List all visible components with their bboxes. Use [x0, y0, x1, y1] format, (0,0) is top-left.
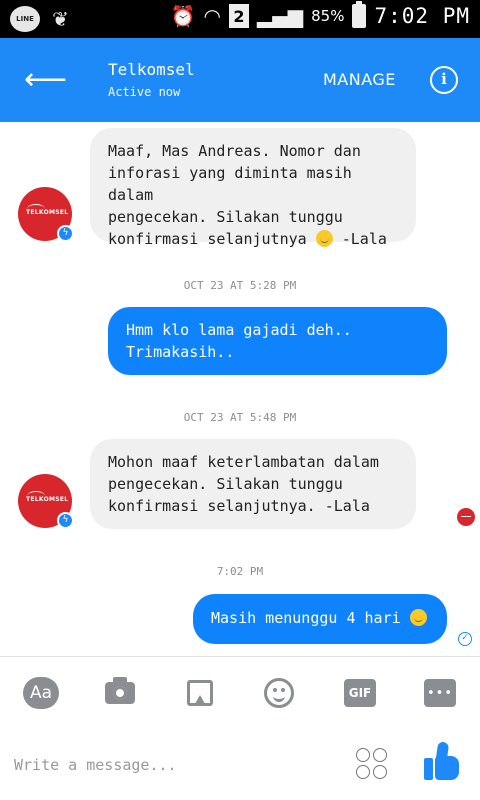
signal-icon: ▂▄▆ — [256, 4, 304, 28]
message-bubble-incoming[interactable]: Mohon maaf keterlambatan dalam pengeceka… — [90, 439, 416, 529]
delivered-check-icon: ✓ — [458, 632, 472, 646]
maple-leaf-icon: ❦ — [52, 7, 69, 31]
clock: 7:02 PM — [374, 4, 470, 28]
line-app-icon: LINE — [10, 6, 40, 32]
more-options-button[interactable]: ••• — [424, 679, 456, 707]
emoji-icon[interactable] — [263, 677, 295, 709]
contact-avatar[interactable]: TELKOMSEL ϟ — [18, 187, 74, 242]
status-bar: LINE ❦ ⏰ ◠ 2 ▂▄▆ 85% 7:02 PM — [0, 0, 480, 38]
contact-avatar[interactable]: TELKOMSEL ϟ — [18, 474, 74, 529]
message-text: Hmm klo lama gajadi deh.. Trimakasih.. — [126, 321, 352, 361]
sticker-icon[interactable] — [356, 748, 388, 780]
composer-toolbar: Aa GIF ••• — [0, 656, 480, 728]
active-status: Active now — [108, 85, 181, 99]
wifi-icon: ◠ — [203, 4, 221, 28]
alarm-icon: ⏰ — [170, 4, 196, 28]
message-bubble-outgoing[interactable]: Hmm klo lama gajadi deh.. Trimakasih.. — [108, 307, 447, 375]
message-bubble-incoming[interactable]: Maaf, Mas Andreas. Nomor dan inforasi ya… — [90, 128, 416, 248]
info-icon[interactable]: i — [430, 66, 458, 94]
timestamp: OCT 23 AT 5:48 PM — [183, 411, 297, 424]
message-text: Mohon maaf keterlambatan dalam pengeceka… — [108, 453, 379, 515]
timestamp: 7:02 PM — [216, 565, 264, 578]
sim-slot-indicator: 2 — [228, 4, 249, 28]
messenger-badge-icon: ϟ — [57, 225, 74, 242]
text-format-button[interactable]: Aa — [23, 677, 59, 709]
message-bubble-outgoing[interactable]: Masih menunggu 4 hari — [193, 594, 447, 644]
timestamp: OCT 23 AT 5:28 PM — [183, 279, 297, 292]
battery-icon — [352, 1, 367, 28]
message-composer — [0, 728, 480, 800]
smiley-emoji-icon — [315, 230, 333, 247]
back-arrow-icon[interactable]: ⟵ — [24, 60, 67, 100]
message-input[interactable] — [14, 748, 334, 782]
telkomsel-logo: TELKOMSEL — [26, 496, 69, 503]
thumbs-up-icon[interactable] — [424, 741, 462, 782]
gallery-icon[interactable] — [186, 677, 214, 709]
camera-icon[interactable] — [103, 677, 137, 709]
seen-by-avatar — [457, 508, 475, 526]
conversation-header: ⟵ Telkomsel Active now MANAGE i — [0, 38, 480, 122]
telkomsel-logo: TELKOMSEL — [26, 209, 69, 216]
battery-percent: 85% — [311, 7, 345, 25]
contact-name[interactable]: Telkomsel — [108, 60, 195, 79]
gif-button[interactable]: GIF — [344, 679, 376, 707]
message-signature: -Lala — [332, 230, 387, 248]
message-text: Masih menunggu 4 hari — [211, 609, 401, 627]
message-list[interactable]: TELKOMSEL ϟ Maaf, Mas Andreas. Nomor dan… — [0, 122, 480, 656]
messenger-badge-icon: ϟ — [57, 512, 74, 529]
smiley-emoji-icon — [409, 609, 427, 626]
manage-button[interactable]: MANAGE — [323, 70, 396, 89]
